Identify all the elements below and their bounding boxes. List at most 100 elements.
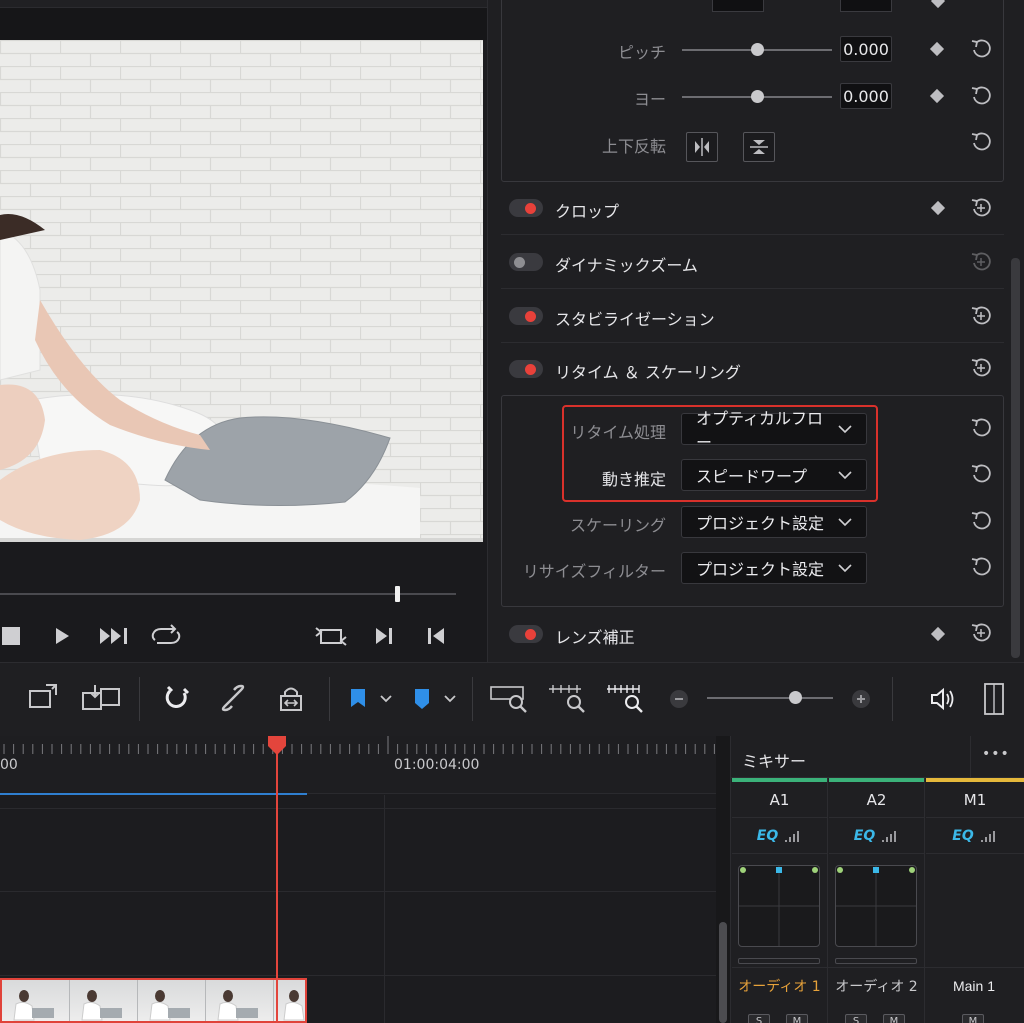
- retime-process-reset-icon[interactable]: [970, 417, 992, 439]
- detail-zoom-button[interactable]: [546, 682, 590, 714]
- overwrite-clip-button[interactable]: [80, 682, 124, 714]
- anchor-y-field[interactable]: [840, 0, 892, 12]
- zoom-detail-icon: [549, 685, 585, 713]
- lens-reset-icon[interactable]: [970, 622, 992, 644]
- toolbar-divider: [139, 677, 140, 721]
- flip-vertical-button[interactable]: [743, 132, 775, 162]
- eq-button[interactable]: EQ: [926, 818, 1024, 854]
- resize-filter-reset-icon[interactable]: [970, 556, 992, 578]
- inspector-scrollbar[interactable]: [1011, 258, 1020, 658]
- solo-button[interactable]: S: [845, 1014, 867, 1023]
- zoom-out-button[interactable]: [668, 688, 690, 710]
- loop-button[interactable]: [148, 622, 184, 650]
- lens-correction-toggle[interactable]: [509, 625, 543, 643]
- scaling-reset-icon[interactable]: [970, 510, 992, 532]
- section-dynamic-zoom[interactable]: ダイナミックズーム: [501, 235, 1004, 289]
- retime-toggle[interactable]: [509, 360, 543, 378]
- crop-keyframe-icon[interactable]: [930, 200, 946, 216]
- mixer-channel-a1: A1 EQ オーディオ 1 S M: [732, 778, 828, 1023]
- yaw-reset-icon[interactable]: [970, 85, 992, 107]
- viewer-scrubber-track[interactable]: [0, 593, 456, 595]
- meter-icon: [984, 683, 1004, 715]
- playhead-line[interactable]: [276, 746, 278, 1023]
- resize-filter-dropdown[interactable]: プロジェクト設定: [681, 552, 867, 584]
- match-frame-button[interactable]: [314, 622, 348, 650]
- pan-control[interactable]: [835, 865, 917, 947]
- flip-reset-icon[interactable]: [970, 131, 992, 153]
- scaling-dropdown[interactable]: プロジェクト設定: [681, 506, 867, 538]
- eq-bars-icon: [980, 830, 995, 842]
- toolbar-divider: [892, 677, 893, 721]
- match-frame-icon: [315, 627, 347, 646]
- video-clip[interactable]: [0, 978, 307, 1023]
- dynamic-zoom-reset-icon[interactable]: [970, 251, 992, 273]
- yaw-value-field[interactable]: 0.000: [840, 83, 892, 109]
- loop-icon: [151, 624, 181, 644]
- position-lock-button[interactable]: [274, 682, 308, 714]
- ruler-ticks: [3, 736, 715, 754]
- lens-keyframe-icon[interactable]: [930, 626, 946, 642]
- section-retime-scaling[interactable]: リタイム ＆ スケーリング: [501, 343, 1004, 397]
- snapping-button[interactable]: [160, 682, 194, 714]
- pan-slider[interactable]: [738, 958, 820, 964]
- eq-label: EQ: [756, 827, 779, 844]
- retime-section-reset-icon[interactable]: [970, 357, 992, 379]
- mixer-header: ミキサー •••: [730, 736, 1024, 778]
- timeline-ruler[interactable]: 00 01:00:04:00: [0, 736, 716, 794]
- full-extent-zoom-button[interactable]: [488, 682, 532, 714]
- track-divider: [0, 975, 716, 976]
- anchor-x-field[interactable]: [712, 0, 764, 12]
- zoom-slider-track[interactable]: [707, 697, 833, 699]
- pitch-slider-knob[interactable]: [751, 43, 764, 56]
- motion-estimation-reset-icon[interactable]: [970, 463, 992, 485]
- meter-panel-button[interactable]: [982, 682, 1006, 716]
- timeline-scrollbar-thumb[interactable]: [719, 922, 727, 1023]
- yaw-slider-knob[interactable]: [751, 90, 764, 103]
- next-clip-button[interactable]: [372, 624, 396, 648]
- highlight-annotation-box: [562, 405, 878, 502]
- prev-clip-button[interactable]: [424, 624, 448, 648]
- mixer-options-button[interactable]: •••: [982, 746, 1010, 762]
- mute-button[interactable]: M: [962, 1014, 984, 1023]
- prev-clip-icon: [428, 628, 444, 644]
- stop-button[interactable]: [0, 624, 22, 648]
- zoom-in-button[interactable]: [850, 688, 872, 710]
- insert-clip-button[interactable]: [24, 682, 64, 714]
- app-root: ピッチ 0.000 ヨー 0.000 上下反転 クロップ ダイナミックズーム ス…: [0, 0, 1024, 1023]
- pan-slider[interactable]: [835, 958, 917, 964]
- eq-button[interactable]: EQ: [732, 818, 827, 854]
- section-stabilization[interactable]: スタビライゼーション: [501, 289, 1004, 343]
- flag-dropdown[interactable]: [344, 684, 394, 714]
- next-frame-button[interactable]: [98, 624, 132, 648]
- section-crop[interactable]: クロップ: [501, 181, 1004, 235]
- custom-zoom-button[interactable]: [604, 682, 648, 714]
- crop-toggle[interactable]: [509, 199, 543, 217]
- section-lens-correction[interactable]: レンズ補正: [501, 607, 1004, 661]
- viewer-scrubber-handle[interactable]: [394, 586, 400, 602]
- mute-button[interactable]: M: [786, 1014, 808, 1023]
- play-button[interactable]: [50, 624, 74, 648]
- playhead-marker[interactable]: [266, 736, 288, 756]
- dynamic-zoom-toggle[interactable]: [509, 253, 543, 271]
- header-divider: [970, 736, 971, 778]
- dynamic-zoom-title: ダイナミックズーム: [555, 256, 698, 275]
- yaw-label: ヨー: [633, 90, 666, 109]
- pitch-reset-icon[interactable]: [970, 38, 992, 60]
- eq-button[interactable]: EQ: [829, 818, 924, 854]
- stabilization-reset-icon[interactable]: [970, 305, 992, 327]
- channel-name: A2: [829, 782, 924, 818]
- linked-selection-button[interactable]: [216, 682, 250, 714]
- pan-control[interactable]: [738, 865, 820, 947]
- pitch-value-field[interactable]: 0.000: [840, 36, 892, 62]
- marker-icon: [415, 689, 456, 709]
- flip-horizontal-button[interactable]: [686, 132, 718, 162]
- flip-label: 上下反転: [601, 137, 666, 156]
- mixer-divider: [732, 967, 1024, 968]
- stabilization-toggle[interactable]: [509, 307, 543, 325]
- zoom-custom-icon: [607, 685, 643, 713]
- mute-button[interactable]: M: [883, 1014, 905, 1023]
- solo-button[interactable]: S: [748, 1014, 770, 1023]
- marker-dropdown[interactable]: [408, 684, 458, 714]
- volume-button[interactable]: [926, 684, 960, 714]
- crop-reset-icon[interactable]: [970, 197, 992, 219]
